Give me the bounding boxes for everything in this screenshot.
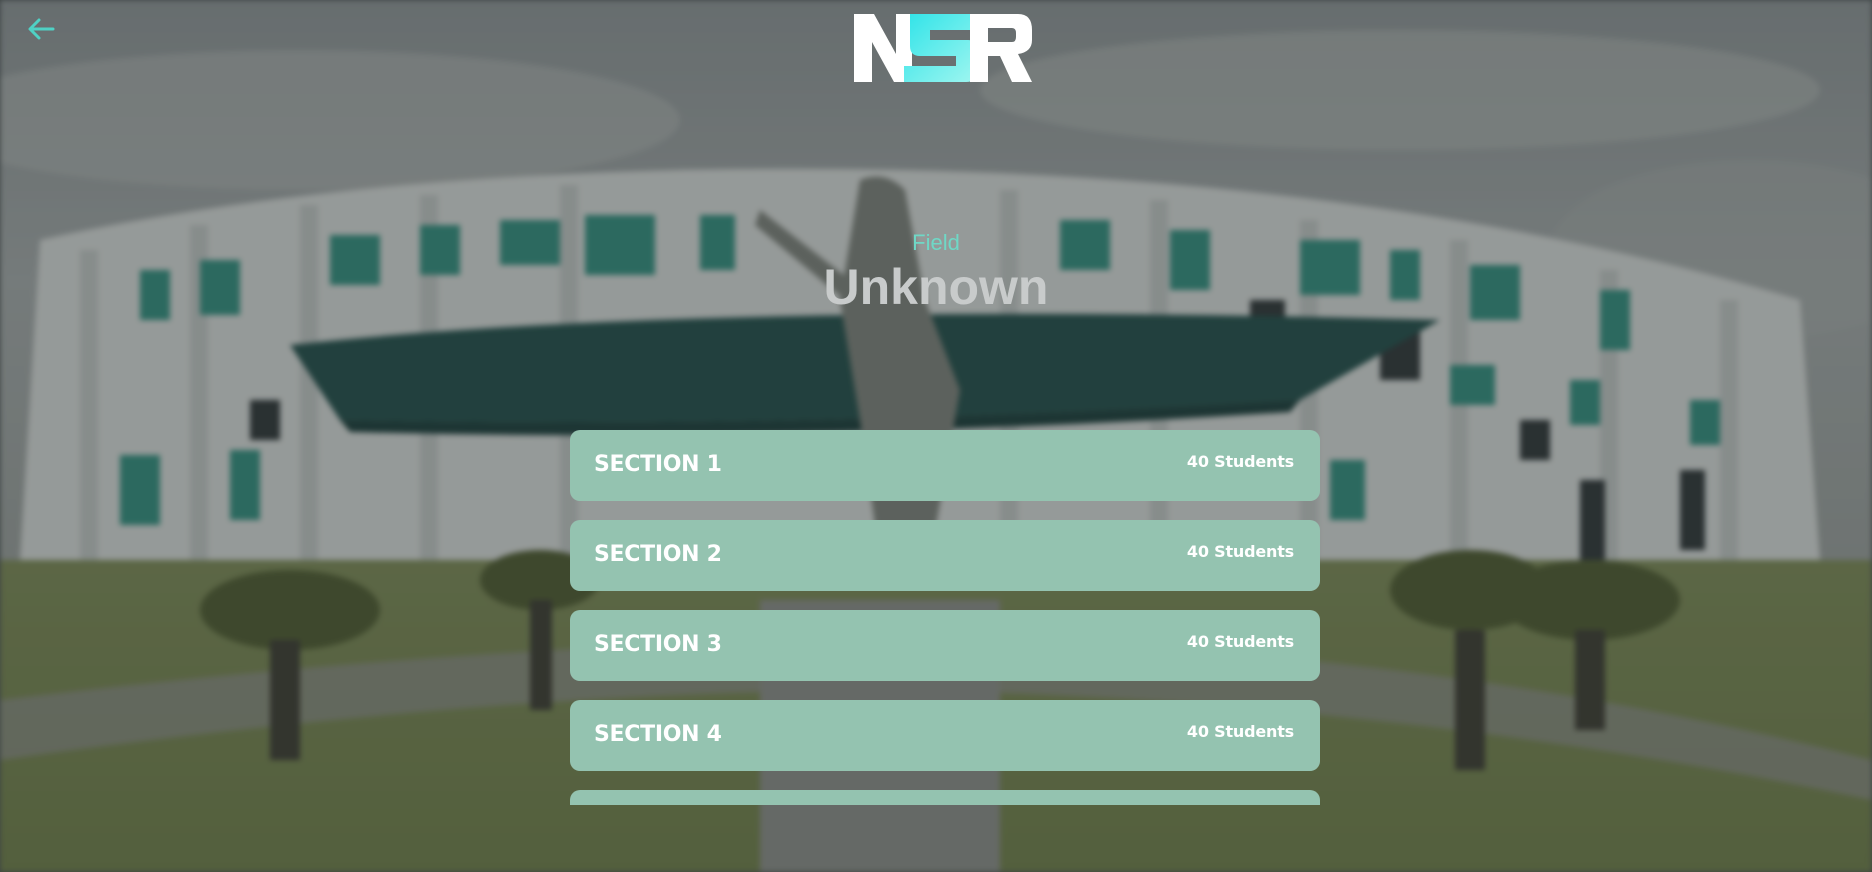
back-button[interactable] bbox=[22, 12, 60, 46]
section-student-count: 40 Students bbox=[1186, 722, 1294, 741]
section-name: SECTION 4 bbox=[594, 722, 722, 747]
section-student-count: 40 Students bbox=[1186, 632, 1294, 651]
field-label: Field bbox=[912, 230, 960, 255]
section-card-4[interactable]: SECTION 4 40 Students bbox=[570, 700, 1320, 771]
section-name: SECTION 3 bbox=[594, 632, 722, 657]
section-student-count: 40 Students bbox=[1186, 542, 1294, 561]
arrow-left-icon bbox=[28, 18, 55, 40]
section-name: SECTION 1 bbox=[594, 452, 722, 477]
section-card-2[interactable]: SECTION 2 40 Students bbox=[570, 520, 1320, 591]
page: Field Unknown SECTION 1 40 Students SECT… bbox=[0, 0, 1872, 872]
section-list[interactable]: SECTION 1 40 Students SECTION 2 40 Stude… bbox=[570, 430, 1320, 805]
section-card-3[interactable]: SECTION 3 40 Students bbox=[570, 610, 1320, 681]
nsr-logo bbox=[852, 10, 1034, 84]
section-name: SECTION 2 bbox=[594, 542, 722, 567]
section-card-5[interactable] bbox=[570, 790, 1320, 805]
section-card-1[interactable]: SECTION 1 40 Students bbox=[570, 430, 1320, 501]
field-value: Unknown bbox=[823, 259, 1049, 315]
section-student-count: 40 Students bbox=[1186, 452, 1294, 471]
